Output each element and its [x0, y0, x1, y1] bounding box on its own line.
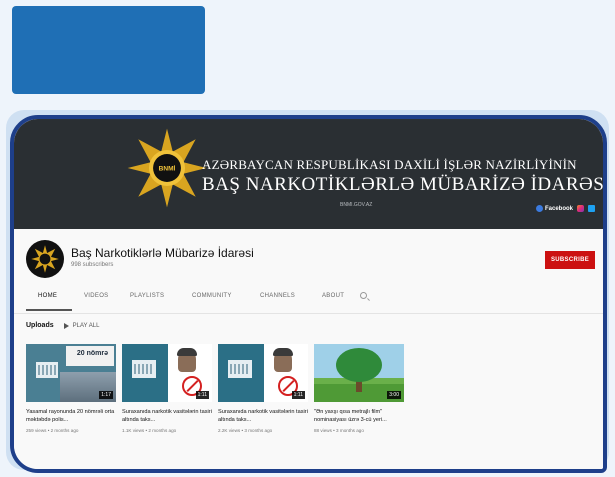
tab-home[interactable]: HOME [26, 287, 72, 311]
bnmi-emblem-icon: BNMİ [127, 128, 207, 208]
video-duration: 1:11 [291, 391, 305, 399]
uploads-header: Uploads PLAY ALL [26, 322, 99, 329]
video-card[interactable]: 1:11 Suraxanıda narkotik vasitələrin tas… [218, 344, 308, 433]
video-meta: 1.1K views • 2 months ago [122, 428, 177, 433]
video-duration: 1:11 [195, 391, 209, 399]
video-meta: 88 views • 3 months ago [314, 428, 364, 433]
video-thumbnail[interactable]: 1:11 [218, 344, 308, 402]
play-all-label: PLAY ALL [72, 322, 100, 329]
channel-avatar[interactable] [26, 240, 64, 278]
subscribe-button[interactable]: SUBSCRIBE [545, 251, 595, 269]
avatar-emblem-icon [31, 245, 59, 273]
banner-title-line-2: BAŞ NARKOTİKLƏRLƏ MÜBARİZƏ İDARƏSİ [202, 174, 607, 195]
instagram-icon[interactable] [577, 205, 584, 212]
youtube-channel-screenshot: BNMİ AZƏRBAYCAN RESPUBLİKASI DAXİLİ İŞLƏ… [10, 115, 607, 473]
video-duration: 1:17 [99, 391, 113, 399]
channel-tabs: HOME VIDEOS PLAYLISTS COMMUNITY CHANNELS… [26, 287, 370, 311]
tab-channels[interactable]: CHANNELS [248, 287, 310, 311]
thumbnail-overlay-text: 20 nömrə [76, 350, 108, 357]
channel-header: Baş Narkotiklərlə Mübarizə İdarəsi 998 s… [14, 229, 603, 313]
emblem-text: BNMİ [159, 163, 176, 172]
video-card[interactable]: 1:11 Suraxanıda narkotik vasitələrin tas… [122, 344, 212, 433]
channel-name: Baş Narkotiklərlə Mübarizə İdarəsi [71, 246, 254, 260]
twitter-icon[interactable] [588, 205, 595, 212]
building-icon [132, 360, 156, 378]
video-thumbnail[interactable]: 20 nömrə 1:17 [26, 344, 116, 402]
tab-playlists[interactable]: PLAYLISTS [118, 287, 180, 311]
tree-icon [336, 348, 382, 382]
video-meta: 2.2K views • 3 months ago [218, 428, 273, 433]
facebook-label: Facebook [544, 205, 573, 212]
video-list: 20 nömrə 1:17 Yasamal rayonunda 20 nömrə… [26, 344, 404, 433]
tab-community[interactable]: COMMUNITY [180, 287, 248, 311]
search-icon [360, 292, 367, 299]
subscriber-count: 998 subscribers [71, 262, 114, 268]
channel-banner: BNMİ AZƏRBAYCAN RESPUBLİKASI DAXİLİ İŞLƏ… [14, 119, 603, 229]
tab-about[interactable]: ABOUT [310, 287, 360, 311]
uploads-section: Uploads PLAY ALL 20 nömrə 1:17 Yasamal r… [14, 313, 603, 469]
video-title[interactable]: "Ən yaxşı qısa metrajlı film" nominasiya… [314, 408, 404, 424]
video-card[interactable]: 3:00 "Ən yaxşı qısa metrajlı film" nomin… [314, 344, 404, 433]
banner-title-line-1: AZƏRBAYCAN RESPUBLİKASI DAXİLİ İŞLƏR NAZ… [202, 157, 577, 172]
play-icon [63, 322, 69, 329]
video-title[interactable]: Suraxanıda narkotik vasitələrin tasiri a… [122, 408, 212, 424]
building-icon [228, 360, 252, 378]
blue-header-block [12, 6, 205, 94]
facebook-icon [535, 205, 543, 212]
video-thumbnail[interactable]: 3:00 [314, 344, 404, 402]
video-meta: 259 views • 2 months ago [26, 428, 79, 433]
social-links: Facebook [535, 205, 595, 212]
channel-search-button[interactable] [360, 287, 370, 311]
video-title[interactable]: Suraxanıda narkotik vasitələrin tasiri a… [218, 408, 308, 424]
video-duration: 3:00 [387, 391, 401, 399]
banner-website: BNMI.GOV.AZ [340, 202, 373, 208]
video-title[interactable]: Yasamal rayonunda 20 nömrəli orta məktəb… [26, 408, 116, 424]
video-card[interactable]: 20 nömrə 1:17 Yasamal rayonunda 20 nömrə… [26, 344, 116, 433]
play-all-button[interactable]: PLAY ALL [63, 322, 100, 329]
building-icon [36, 362, 58, 378]
tab-videos[interactable]: VIDEOS [72, 287, 118, 311]
uploads-label[interactable]: Uploads [26, 322, 54, 329]
facebook-link[interactable]: Facebook [535, 205, 573, 212]
video-thumbnail[interactable]: 1:11 [122, 344, 212, 402]
